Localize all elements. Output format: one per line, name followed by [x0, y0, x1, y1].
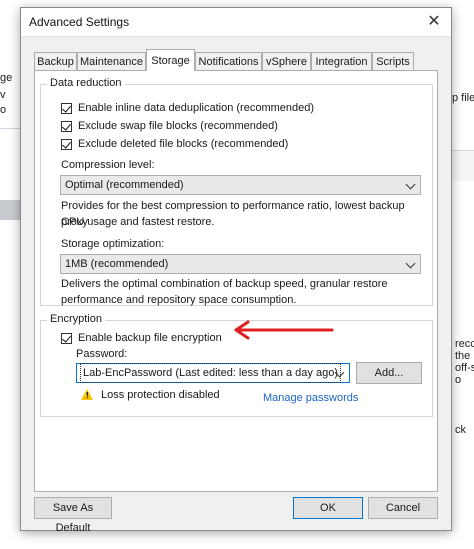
storage-tab-panel: Data reduction Enable inline data dedupl… — [34, 70, 438, 492]
tab-scripts[interactable]: Scripts — [372, 52, 414, 70]
background-divider — [0, 128, 20, 129]
chevron-down-icon — [405, 258, 416, 269]
checkmark-icon — [62, 332, 71, 343]
chevron-down-icon — [405, 179, 416, 190]
loss-protection-warning: Loss protection disabled — [101, 389, 220, 401]
close-icon[interactable]: ✕ — [423, 11, 445, 33]
storage-optimization-description-line-1: Delivers the optimal combination of back… — [61, 278, 388, 290]
data-reduction-label: Data reduction — [47, 77, 125, 89]
background-text: ge — [0, 72, 13, 84]
enable-encryption-checkbox-row[interactable]: Enable backup file encryption — [61, 330, 222, 346]
save-as-default-button[interactable]: Save As Default — [34, 497, 112, 534]
exclude-swap-label: Exclude swap file blocks (recommended) — [78, 120, 278, 132]
tab-integration[interactable]: Integration — [311, 52, 372, 70]
add-password-button[interactable]: Add... — [356, 362, 422, 384]
tab-maintenance[interactable]: Maintenance — [77, 52, 146, 70]
warning-icon: ! — [81, 389, 93, 400]
dialog-titlebar: Advanced Settings ✕ — [21, 8, 451, 37]
storage-optimization-select[interactable]: 1MB (recommended) — [60, 254, 421, 274]
background-text: p file — [452, 92, 474, 104]
manage-passwords-link[interactable]: Manage passwords — [263, 392, 358, 404]
dialog-title: Advanced Settings — [29, 15, 130, 29]
background-left-panel — [0, 200, 20, 220]
annotation-arrow-icon — [234, 320, 334, 340]
inline-dedup-label: Enable inline data deduplication (recomm… — [78, 102, 315, 114]
advanced-settings-dialog: Advanced Settings ✕ Backup Maintenance S… — [20, 7, 452, 534]
enable-encryption-label: Enable backup file encryption — [78, 332, 222, 344]
checkmark-icon — [62, 102, 71, 113]
cancel-button[interactable]: Cancel — [368, 497, 438, 519]
background-text: the — [455, 350, 471, 362]
inline-dedup-checkbox[interactable] — [61, 102, 72, 114]
storage-optimization-value: 1MB (recommended) — [65, 258, 169, 270]
compression-description-line-2: CPU usage and fastest restore. — [61, 216, 215, 228]
ok-button[interactable]: OK — [293, 497, 363, 519]
password-select[interactable]: Lab-EncPassword (Last edited: less than … — [76, 363, 350, 383]
inline-dedup-checkbox-row[interactable]: Enable inline data deduplication (recomm… — [61, 100, 314, 116]
background-text: off-s — [455, 362, 474, 374]
compression-level-select[interactable]: Optimal (recommended) — [60, 175, 421, 195]
tab-backup[interactable]: Backup — [34, 52, 77, 70]
exclude-deleted-label: Exclude deleted file blocks (recommended… — [78, 138, 289, 150]
background-text: o — [455, 374, 462, 386]
encryption-label: Encryption — [47, 313, 105, 325]
tab-vsphere[interactable]: vSphere — [262, 52, 311, 70]
exclude-deleted-checkbox-row[interactable]: Exclude deleted file blocks (recommended… — [61, 136, 288, 152]
enable-encryption-checkbox[interactable] — [61, 332, 72, 344]
exclude-swap-checkbox-row[interactable]: Exclude swap file blocks (recommended) — [61, 118, 278, 134]
exclude-swap-checkbox[interactable] — [61, 120, 72, 132]
data-reduction-group: Data reduction Enable inline data dedupl… — [40, 77, 433, 306]
checkmark-icon — [62, 120, 71, 131]
storage-optimization-description-line-2: performance and repository space consump… — [61, 294, 297, 306]
background-text: recc — [455, 338, 474, 350]
exclude-deleted-checkbox[interactable] — [61, 138, 72, 150]
tab-notifications[interactable]: Notifications — [195, 52, 262, 70]
compression-level-label: Compression level: — [61, 159, 155, 171]
background-text: o — [0, 104, 7, 116]
checkmark-icon — [62, 138, 71, 149]
background-right-panel — [451, 151, 474, 181]
background-text: ck — [455, 424, 466, 436]
tab-storage[interactable]: Storage — [146, 49, 195, 71]
storage-optimization-label: Storage optimization: — [61, 238, 165, 250]
password-value: Lab-EncPassword (Last edited: less than … — [80, 363, 341, 383]
compression-level-value: Optimal (recommended) — [65, 179, 184, 191]
password-label: Password: — [76, 348, 128, 360]
background-text: v — [0, 89, 6, 101]
